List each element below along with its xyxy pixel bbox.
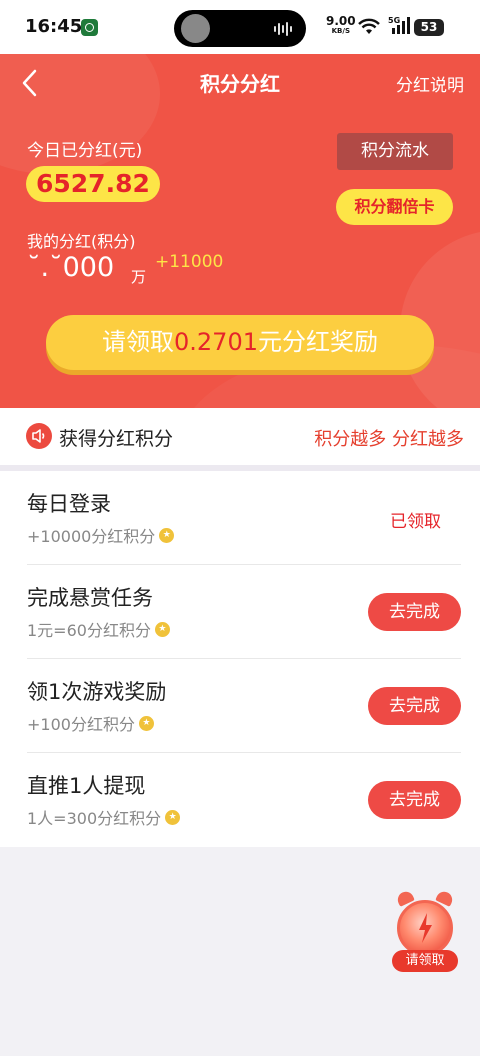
battery-icon: 53 xyxy=(414,19,444,36)
my-dividend-value: ˘.˘000 xyxy=(27,252,115,283)
claim-suffix: 元分红奖励 xyxy=(257,328,378,356)
audio-wave-icon xyxy=(274,22,292,36)
task-go-button[interactable]: 去完成 xyxy=(368,781,461,819)
coin-icon xyxy=(138,716,154,731)
coin-icon xyxy=(159,528,175,543)
claim-amount: 0.2701 xyxy=(174,328,258,356)
alarm-clock-icon xyxy=(397,900,453,956)
status-time: 16:45 xyxy=(25,16,83,37)
notice-slogan: 积分越多 分红越多 xyxy=(314,429,464,450)
task-reward: +10000分红积分 xyxy=(27,523,175,547)
my-dividend-label: 我的分红(积分) xyxy=(27,232,136,251)
floating-claim-label: 请领取 xyxy=(392,950,458,972)
task-go-button[interactable]: 去完成 xyxy=(368,593,461,631)
coin-icon xyxy=(165,810,181,825)
status-bar: 16:45 9.00 KB/S 5G 53 xyxy=(0,0,480,54)
task-list: 每日登录 +10000分红积分 已领取 完成悬赏任务 1元=60分红积分 去完成… xyxy=(0,471,480,847)
task-title: 领1次游戏奖励 xyxy=(27,680,167,704)
coin-icon xyxy=(154,622,170,637)
notice-text: 获得分红积分 xyxy=(59,428,174,450)
floating-claim-widget[interactable]: 请领取 xyxy=(391,889,459,974)
task-referral-withdraw: 直推1人提现 1人=300分红积分 去完成 xyxy=(27,753,461,847)
today-dividend-value: 6527.82 xyxy=(26,166,160,202)
today-dividend-label: 今日已分红(元) xyxy=(27,141,143,161)
cellular-signal-icon: 5G xyxy=(388,16,410,40)
task-reward: 1人=300分红积分 xyxy=(27,805,181,829)
my-dividend-unit: 万 xyxy=(131,268,147,286)
speaker-icon xyxy=(26,423,52,449)
task-game-reward: 领1次游戏奖励 +100分红积分 去完成 xyxy=(27,659,461,753)
media-artwork-icon xyxy=(181,14,210,43)
network-speed-value: 9.00 xyxy=(326,14,356,28)
my-dividend-increment: +11000 xyxy=(155,252,224,272)
dividend-help-link[interactable]: 分红说明 xyxy=(396,71,464,96)
task-title: 完成悬赏任务 xyxy=(27,586,153,610)
claim-dividend-button[interactable]: 请领取0.2701元分红奖励 xyxy=(46,315,434,370)
signal-type: 5G xyxy=(388,16,400,25)
dynamic-island xyxy=(174,10,306,47)
task-daily-login: 每日登录 +10000分红积分 已领取 xyxy=(27,471,461,565)
task-title: 直推1人提现 xyxy=(27,774,146,798)
task-title: 每日登录 xyxy=(27,492,111,516)
network-speed: 9.00 KB/S xyxy=(326,14,356,35)
double-card-button[interactable]: 积分翻倍卡 xyxy=(336,189,453,225)
task-bounty: 完成悬赏任务 1元=60分红积分 去完成 xyxy=(27,565,461,659)
wifi-icon xyxy=(358,18,380,34)
task-go-button[interactable]: 去完成 xyxy=(368,687,461,725)
dividend-header: 积分分红 分红说明 今日已分红(元) 6527.82 积分流水 积分翻倍卡 我的… xyxy=(0,54,480,408)
network-speed-unit: KB/S xyxy=(331,27,350,35)
notice-bar: 获得分红积分 积分越多 分红越多 xyxy=(0,408,480,465)
app-notification-icon xyxy=(81,19,98,36)
task-reward: 1元=60分红积分 xyxy=(27,617,170,641)
claim-prefix: 请领取 xyxy=(102,328,174,356)
points-flow-button[interactable]: 积分流水 xyxy=(337,133,453,170)
task-status: 已领取 xyxy=(390,512,441,532)
task-reward: +100分红积分 xyxy=(27,711,154,735)
